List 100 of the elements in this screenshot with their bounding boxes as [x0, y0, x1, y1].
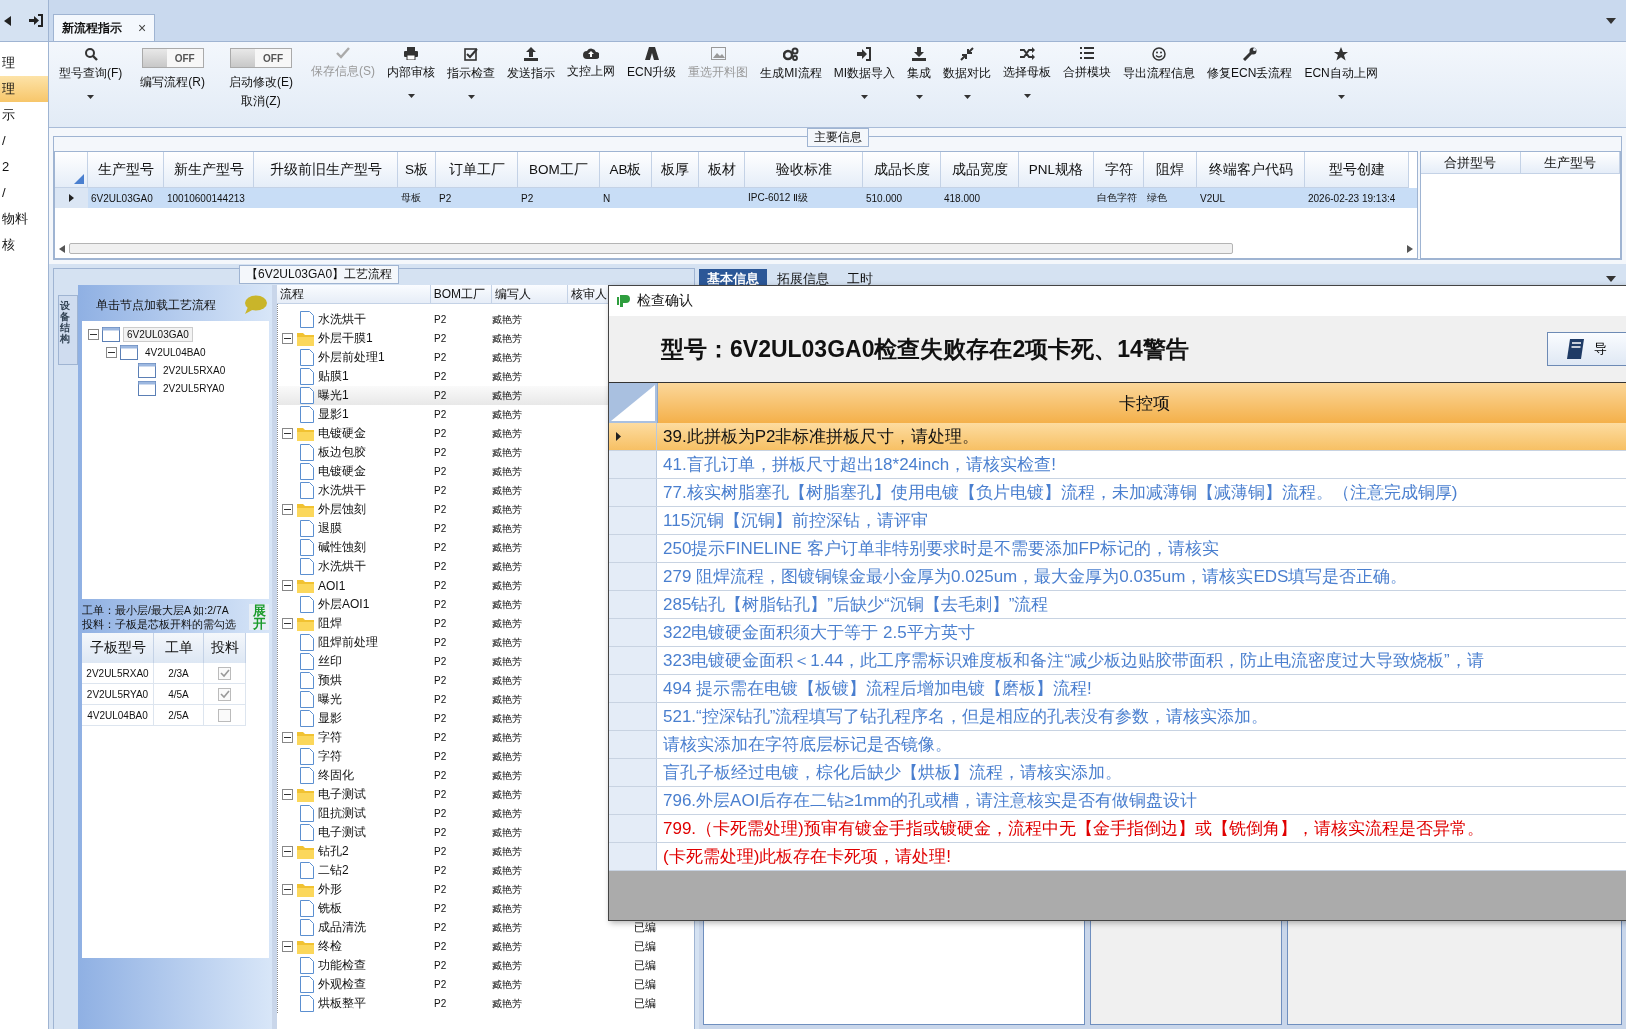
toolbar-button[interactable]: 生成MI流程	[756, 44, 826, 85]
tree-node[interactable]: 6V2UL03GA0	[123, 326, 193, 342]
collapse-icon[interactable]	[282, 846, 293, 857]
nav-item[interactable]: /	[0, 128, 48, 154]
toolbar-button[interactable]: 指示检查	[443, 44, 499, 85]
caret-icon[interactable]	[407, 94, 415, 98]
table-row[interactable]: 终检 P2 臧艳芳 已编	[278, 937, 694, 956]
column-header[interactable]: 生产型号	[88, 152, 164, 188]
nav-item[interactable]: 理	[0, 76, 48, 102]
collapse-icon[interactable]	[282, 580, 293, 591]
table-row[interactable]: 494 提示需在电镀【板镀】流程后增加电镀【磨板】流程!	[609, 675, 1626, 703]
table-row[interactable]: 外形 P2 臧艳芳	[278, 880, 694, 899]
toggle-switch[interactable]: OFF	[141, 48, 204, 68]
column-header[interactable]: 合拼型号	[1421, 152, 1521, 174]
column-header[interactable]: 工单	[154, 633, 204, 663]
toolbar-button[interactable]: 导出流程信息	[1119, 44, 1200, 85]
table-row[interactable]: 285钻孔【树脂钻孔】”后缺少“沉铜【去毛刺】”流程	[609, 591, 1626, 619]
column-header[interactable]: BOM工厂	[430, 285, 493, 303]
column-header[interactable]: AB板	[600, 152, 652, 188]
table-row[interactable]: 250提示FINELINE 客户订单非特别要求时是不需要添加FP标记的，请核实	[609, 535, 1626, 563]
document-tab[interactable]: 新流程指示 ×	[53, 14, 156, 41]
close-icon[interactable]: ×	[138, 20, 147, 36]
checkbox[interactable]	[218, 708, 231, 722]
nav-item[interactable]: 核	[0, 232, 48, 258]
side-tab[interactable]: 设备结构	[58, 295, 78, 365]
column-header[interactable]: BOM工厂	[518, 152, 600, 188]
tree-node[interactable]: 2V2UL5RXA0	[159, 362, 230, 378]
table-row[interactable]: 799.（卡死需处理)预审有镀金手指或镀硬金，流程中无【金手指倒边】或【铣倒角】，请核实流程是否异常。	[609, 815, 1626, 843]
table-row[interactable]: 铣板 P2 臧艳芳	[278, 899, 694, 918]
horizontal-scrollbar[interactable]	[59, 242, 1413, 255]
column-header[interactable]: 板厚	[652, 152, 699, 188]
table-row[interactable]: 6V2UL03GA0 10010600144213 母板 P2 P2 N IPC-6012 Ⅱ级 510.000 418.000 白色字符 绿色 V2UL 2026-02-23 19:13:4	[55, 188, 1417, 208]
collapse-icon[interactable]	[282, 504, 293, 515]
toolbar-button[interactable]: 型号查询(F)	[55, 44, 127, 85]
collapse-icon[interactable]	[282, 618, 293, 629]
toggle-switch[interactable]: OFF	[230, 48, 292, 68]
toolbar-button[interactable]: ECN自动上网	[1300, 44, 1382, 85]
table-row[interactable]: 盲孔子板经过电镀，棕化后缺少【烘板】流程，请核实添加。	[609, 759, 1626, 787]
table-row[interactable]: 796.外层AOI后存在二钻≥1mm的孔或槽，请注意核实是否有做铜盘设计	[609, 787, 1626, 815]
collapse-icon[interactable]	[282, 333, 293, 344]
column-header[interactable]: 新生产型号	[164, 152, 254, 188]
column-header[interactable]: 订单工厂	[436, 152, 518, 188]
toolbar-button[interactable]: 选择母板	[999, 44, 1056, 84]
tree-node[interactable]: 2V2UL5RYA0	[159, 380, 229, 396]
toolbar-button[interactable]: MI数据导入	[829, 44, 900, 85]
column-header[interactable]: 成品宽度	[941, 152, 1019, 188]
caret-icon[interactable]	[1023, 94, 1031, 98]
nav-item[interactable]: 物料	[0, 206, 48, 232]
column-header[interactable]: 终端客户代码	[1197, 152, 1305, 188]
collapse-icon[interactable]	[282, 884, 293, 895]
column-header[interactable]: 卡控项	[658, 383, 1626, 423]
tree-node[interactable]: 4V2UL04BA0	[141, 344, 210, 360]
toolbar-button[interactable]: 合拼模块	[1059, 44, 1116, 84]
tab-label[interactable]: 新流程指示	[62, 19, 122, 37]
column-header[interactable]: 板材	[699, 152, 745, 188]
column-header[interactable]: 成品长度	[863, 152, 941, 188]
table-row[interactable]: 521.“控深钻孔”流程填写了钻孔程序名，但是相应的孔表没有参数，请核实添加。	[609, 703, 1626, 731]
table-row[interactable]: 115沉铜【沉铜】前控深钻，请评审	[609, 507, 1626, 535]
caret-icon[interactable]	[467, 95, 475, 99]
column-header[interactable]: 生产型号	[1520, 152, 1620, 174]
table-row[interactable]: 贴膜1 P2 臧艳芳	[278, 367, 694, 386]
dropdown-icon[interactable]	[1606, 17, 1616, 24]
checkbox[interactable]	[218, 687, 231, 701]
toolbar-button[interactable]: 修复ECN丢流程	[1203, 44, 1297, 85]
caret-icon[interactable]	[1337, 95, 1345, 99]
table-row[interactable]: 外观检查 P2 臧艳芳 已编	[278, 975, 694, 994]
column-header[interactable]: 验收标准	[745, 152, 863, 188]
nav-item[interactable]: /	[0, 180, 48, 206]
export-button[interactable]: 导	[1547, 332, 1626, 366]
sign-in-icon[interactable]	[29, 14, 43, 27]
dropdown-icon[interactable]	[1606, 276, 1616, 282]
column-header[interactable]: 阻焊	[1144, 152, 1197, 188]
nav-item[interactable]: 示	[0, 102, 48, 128]
column-header[interactable]: S板	[398, 152, 436, 188]
table-row[interactable]: 烘板整平 P2 臧艳芳 已编	[278, 994, 694, 1013]
table-row[interactable]: 323电镀硬金面积＜1.44，此工序需标识难度板和备注“减少板边贴胶带面积，防止电流密度过大导致烧板”，请	[609, 647, 1626, 675]
collapse-icon[interactable]	[282, 732, 293, 743]
toolbar-button[interactable]: 内部审核	[383, 44, 439, 84]
column-header[interactable]: 投料	[204, 633, 246, 663]
caret-icon[interactable]	[860, 95, 868, 99]
collapse-icon[interactable]	[88, 328, 99, 340]
table-row[interactable]: 成品清洗 P2 臧艳芳 已编	[278, 918, 694, 937]
column-header[interactable]: 编写人	[492, 285, 569, 303]
toolbar-button[interactable]: ECN升级	[623, 44, 681, 84]
column-header[interactable]: 型号创建	[1305, 152, 1409, 188]
collapse-icon[interactable]	[282, 941, 293, 952]
collapse-icon[interactable]	[106, 346, 117, 358]
column-header[interactable]: 流程	[277, 285, 431, 303]
table-row[interactable]: 功能检查 P2 臧艳芳 已编	[278, 956, 694, 975]
toolbar-button[interactable]: 发送指示	[503, 44, 559, 85]
nav-item[interactable]: 2	[0, 154, 48, 180]
column-header[interactable]: PNL规格	[1019, 152, 1094, 188]
collapse-icon[interactable]	[282, 428, 293, 439]
column-header[interactable]: 子板型号	[82, 633, 154, 663]
table-row[interactable]: 请核实添加在字符底层标记是否镜像。	[609, 731, 1626, 759]
table-row[interactable]: 322电镀硬金面积须大于等于 2.5平方英寸	[609, 619, 1626, 647]
toolbar-button[interactable]: 集成	[903, 44, 936, 85]
caret-icon[interactable]	[963, 95, 971, 99]
table-row[interactable]: 77.核实树脂塞孔【树脂塞孔】使用电镀【负片电镀】流程，未加减薄铜【减薄铜】流程。（注意完成铜厚)	[609, 479, 1626, 507]
column-header[interactable]: 升级前旧生产型号	[254, 152, 398, 188]
